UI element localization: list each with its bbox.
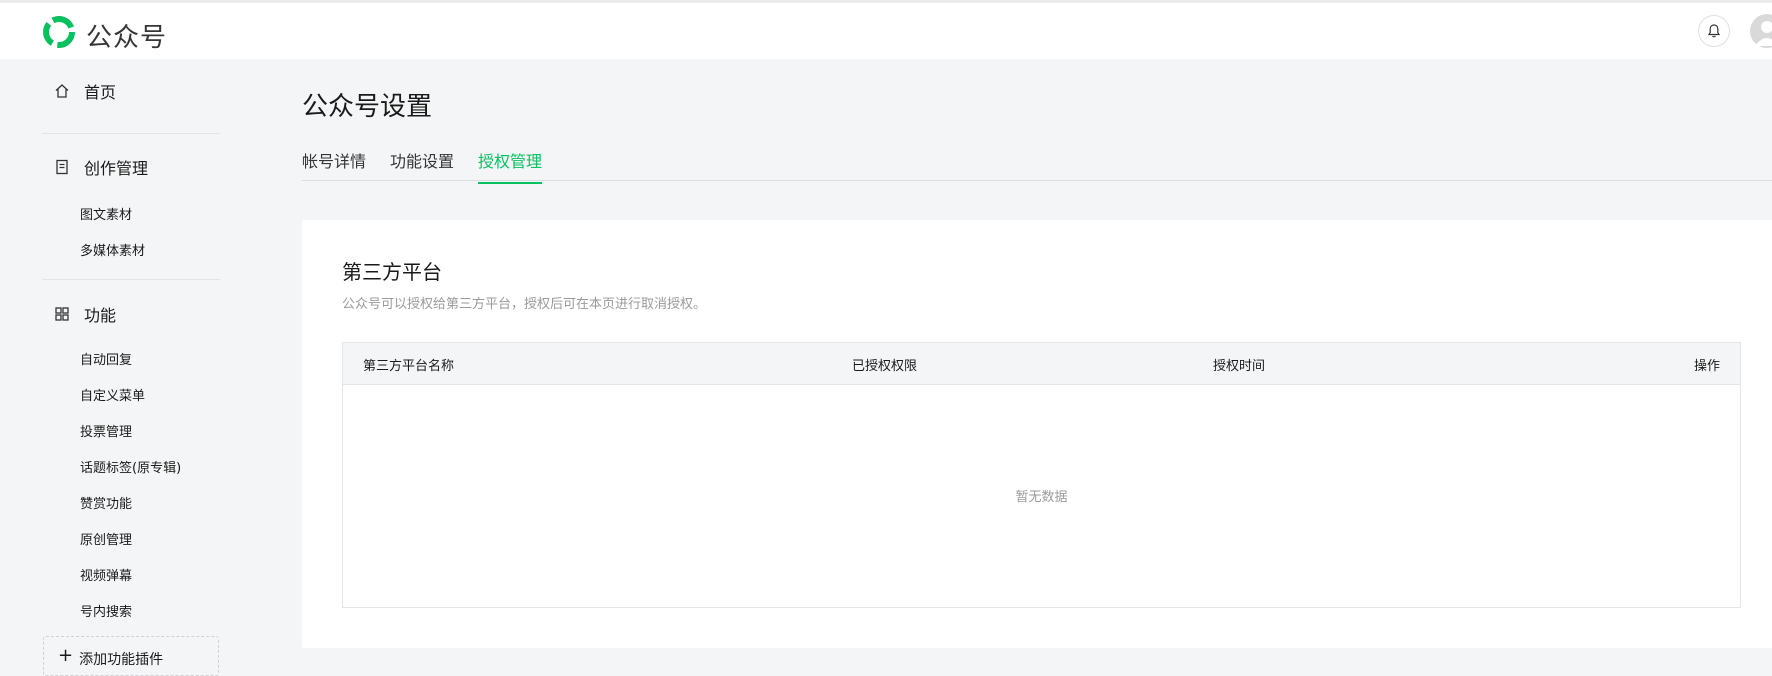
top-header: 公众号 (0, 3, 1772, 59)
document-icon (52, 157, 72, 177)
sidebar-item-creation[interactable]: 创作管理 (42, 149, 148, 185)
sidebar-item-original-management[interactable]: 原创管理 (80, 529, 132, 548)
column-header-permissions: 已授权权限 (852, 359, 918, 374)
grid-icon (52, 304, 72, 324)
sidebar-item-in-account-search[interactable]: 号内搜索 (80, 601, 132, 620)
table-header: 第三方平台名称 已授权权限 授权时间 操作 (343, 343, 1740, 385)
sidebar-item-home-label: 首页 (84, 83, 117, 102)
home-icon (52, 81, 72, 101)
tab-feature-settings[interactable]: 功能设置 (390, 148, 454, 182)
sidebar-item-topic-tags[interactable]: 话题标签(原专辑) (80, 457, 181, 476)
sidebar-item-auto-reply[interactable]: 自动回复 (80, 349, 132, 368)
page-title: 公众号设置 (302, 92, 433, 122)
sidebar-item-media-material[interactable]: 多媒体素材 (80, 240, 145, 259)
tab-account-details[interactable]: 帐号详情 (302, 148, 366, 182)
add-plugin-label: 添加功能插件 (79, 652, 164, 668)
user-avatar-icon[interactable] (1750, 14, 1772, 48)
brand-name[interactable]: 公众号 (86, 17, 167, 54)
sidebar-item-appreciation[interactable]: 赞赏功能 (80, 493, 132, 512)
section-title: 第三方平台 (342, 260, 442, 284)
tab-bar: 帐号详情 功能设置 授权管理 (302, 144, 1772, 184)
third-party-platform-card: 第三方平台 公众号可以授权给第三方平台，授权后可在本页进行取消授权。 第三方平台… (302, 220, 1772, 648)
add-plugin-button[interactable]: + 添加功能插件 (43, 636, 219, 676)
plus-icon: + (58, 645, 74, 666)
sidebar-item-video-danmaku[interactable]: 视频弹幕 (80, 565, 132, 584)
authorization-table: 第三方平台名称 已授权权限 授权时间 操作 暂无数据 (342, 342, 1741, 608)
wechat-official-account-logo-icon[interactable] (42, 15, 76, 49)
column-header-authorized-time: 授权时间 (1213, 359, 1266, 374)
sidebar-item-vote-management[interactable]: 投票管理 (80, 421, 132, 440)
column-header-actions: 操作 (1693, 359, 1720, 374)
sidebar-divider (42, 279, 220, 280)
sidebar-item-custom-menu[interactable]: 自定义菜单 (80, 385, 145, 404)
tab-authorization-management[interactable]: 授权管理 (478, 148, 543, 184)
sidebar: 首页 创作管理 图文素材 多媒体素材 功能 自动回复 自定义菜单 投票管理 话题… (0, 59, 232, 663)
sidebar-item-image-text-material[interactable]: 图文素材 (80, 204, 132, 223)
sidebar-item-features[interactable]: 功能 (42, 296, 116, 332)
column-header-platform-name: 第三方平台名称 (363, 359, 455, 374)
empty-state-text: 暂无数据 (1015, 490, 1068, 505)
sidebar-item-home[interactable]: 首页 (42, 73, 116, 109)
sidebar-item-creation-label: 创作管理 (84, 159, 149, 178)
sidebar-divider (42, 133, 220, 134)
section-description: 公众号可以授权给第三方平台，授权后可在本页进行取消授权。 (342, 297, 707, 312)
sidebar-item-features-label: 功能 (84, 306, 117, 325)
bell-icon[interactable] (1698, 15, 1730, 47)
